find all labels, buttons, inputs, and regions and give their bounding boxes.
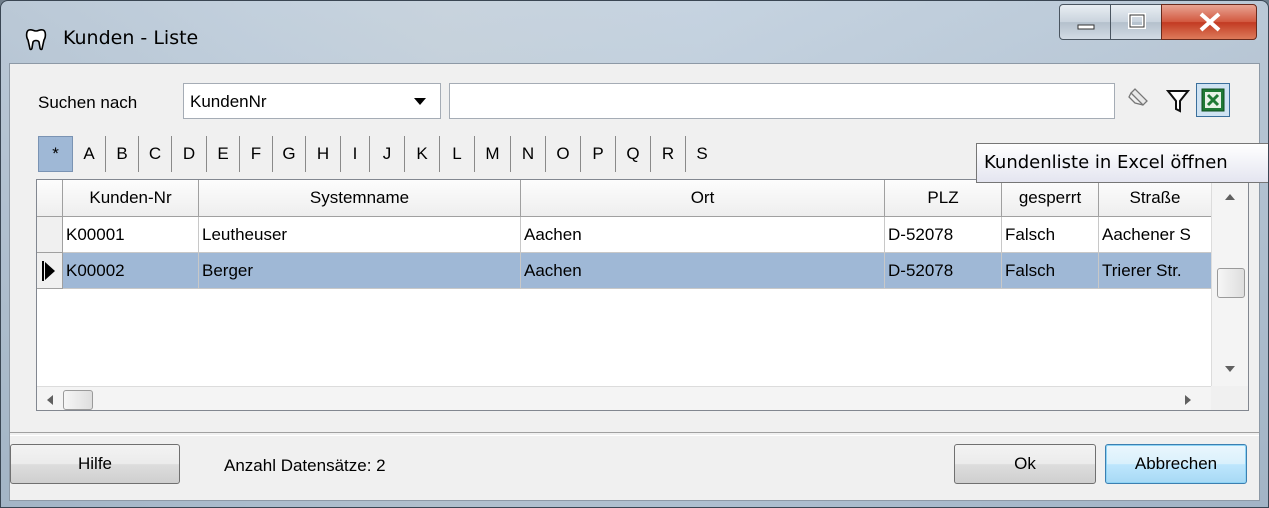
cell-systemname[interactable]: Berger [199, 253, 521, 289]
alpha-tab-h[interactable]: H [306, 136, 341, 172]
alpha-tab-b[interactable]: B [106, 136, 139, 172]
scroll-up-icon[interactable] [1225, 194, 1235, 200]
chevron-down-icon [414, 98, 426, 105]
horizontal-scrollbar[interactable] [37, 386, 1211, 410]
cell-plz[interactable]: D-52078 [885, 217, 1002, 253]
minimize-icon [1077, 24, 1095, 30]
footer-divider [10, 432, 1259, 436]
cell-kunden-nr[interactable]: K00002 [63, 253, 199, 289]
cell-strasse[interactable]: Aachener S [1099, 217, 1212, 253]
search-by-label: Suchen nach [38, 93, 138, 112]
window-title: Kunden - Liste [63, 27, 199, 49]
table-row[interactable]: K00001 Leutheuser Aachen D-52078 Falsch … [37, 217, 1212, 253]
row-header[interactable] [37, 253, 63, 289]
column-header-systemname[interactable]: Systemname [199, 180, 521, 217]
title-bar[interactable]: Kunden - Liste [1, 1, 1268, 61]
alpha-tab-c[interactable]: C [139, 136, 172, 172]
table-row[interactable]: K00002 Berger Aachen D-52078 Falsch Trie… [37, 253, 1212, 289]
excel-icon [1201, 88, 1225, 112]
alpha-tab-q[interactable]: Q [616, 136, 651, 172]
alpha-tab-s[interactable]: S [686, 136, 718, 172]
alpha-tab-a[interactable]: A [73, 136, 106, 172]
row-header[interactable] [37, 217, 63, 253]
filter-icon[interactable] [1162, 83, 1194, 117]
vertical-scrollbar[interactable] [1211, 180, 1248, 386]
excel-tooltip: Kundenliste in Excel öffnen [976, 143, 1268, 183]
alpha-tab-f[interactable]: F [240, 136, 273, 172]
tooth-icon [25, 28, 47, 51]
scrollbar-corner [1211, 386, 1248, 410]
alpha-tab-n[interactable]: N [511, 136, 546, 172]
close-button[interactable] [1161, 4, 1257, 40]
alpha-tab-p[interactable]: P [581, 136, 616, 172]
alpha-tab-all[interactable]: * [38, 136, 73, 172]
horizontal-scroll-thumb[interactable] [63, 390, 93, 410]
column-header-kunden-nr[interactable]: Kunden-Nr [63, 180, 199, 217]
close-icon [1199, 12, 1221, 32]
current-row-arrow-icon [42, 261, 55, 281]
alpha-tab-j[interactable]: J [370, 136, 405, 172]
maximize-button[interactable] [1110, 4, 1162, 40]
cell-kunden-nr[interactable]: K00001 [63, 217, 199, 253]
alpha-tab-r[interactable]: R [651, 136, 686, 172]
vertical-scroll-thumb[interactable] [1217, 268, 1245, 298]
column-header-plz[interactable]: PLZ [885, 180, 1002, 217]
cell-plz[interactable]: D-52078 [885, 253, 1002, 289]
alpha-tab-m[interactable]: M [475, 136, 511, 172]
cell-systemname[interactable]: Leutheuser [199, 217, 521, 253]
help-button[interactable]: Hilfe [10, 444, 180, 484]
eraser-icon[interactable] [1123, 83, 1155, 117]
search-input[interactable] [449, 83, 1115, 119]
cancel-button[interactable]: Abbrechen [1105, 444, 1247, 484]
cell-ort[interactable]: Aachen [521, 253, 885, 289]
alpha-tab-i[interactable]: I [341, 136, 370, 172]
cell-gesperrt[interactable]: Falsch [1002, 253, 1099, 289]
export-excel-button[interactable] [1196, 83, 1230, 117]
cell-ort[interactable]: Aachen [521, 217, 885, 253]
column-header-gesperrt[interactable]: gesperrt [1002, 180, 1099, 217]
row-header-corner [37, 180, 63, 217]
cell-gesperrt[interactable]: Falsch [1002, 217, 1099, 253]
column-header-strasse[interactable]: Straße [1099, 180, 1212, 217]
customer-list-window: Kunden - Liste Suchen nach KundenNr * A … [0, 0, 1269, 508]
maximize-icon [1128, 13, 1146, 29]
alpha-tab-e[interactable]: E [207, 136, 240, 172]
alpha-tab-l[interactable]: L [440, 136, 475, 172]
search-field-select[interactable]: KundenNr [183, 83, 441, 119]
alpha-tab-g[interactable]: G [273, 136, 306, 172]
alphabet-tab-bar: * A B C D E F G H I J K L M N O P Q R S [38, 136, 718, 172]
record-count: Anzahl Datensätze: 2 [224, 456, 386, 475]
column-header-ort[interactable]: Ort [521, 180, 885, 217]
customer-grid[interactable]: Kunden-Nr Systemname Ort PLZ gesperrt St… [36, 179, 1249, 411]
alpha-tab-d[interactable]: D [172, 136, 207, 172]
alpha-tab-o[interactable]: O [546, 136, 581, 172]
search-field-value: KundenNr [190, 92, 267, 111]
alpha-tab-k[interactable]: K [405, 136, 440, 172]
ok-button[interactable]: Ok [954, 444, 1096, 484]
scroll-down-icon[interactable] [1225, 366, 1235, 372]
minimize-button[interactable] [1059, 4, 1111, 40]
cell-strasse[interactable]: Trierer Str. [1099, 253, 1212, 289]
scroll-left-icon[interactable] [47, 395, 53, 405]
scroll-right-icon[interactable] [1185, 395, 1191, 405]
